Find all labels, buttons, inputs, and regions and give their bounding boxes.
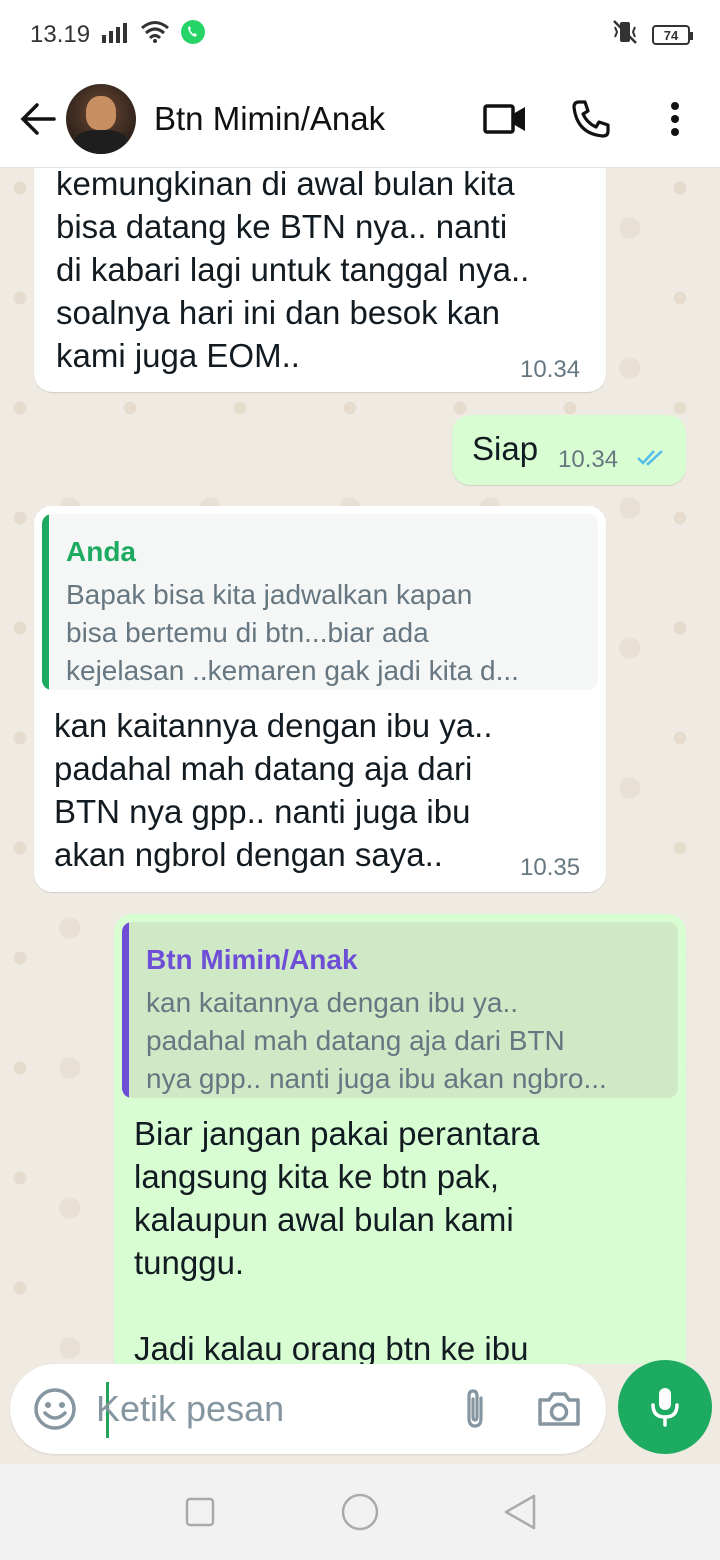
video-camera-icon xyxy=(483,103,525,134)
vibrate-icon xyxy=(610,19,640,52)
more-options-button[interactable] xyxy=(640,84,710,154)
quoted-message[interactable]: Anda Bapak bisa kita jadwalkan kapan bis… xyxy=(42,514,598,690)
wifi-icon xyxy=(140,20,170,51)
attach-button[interactable] xyxy=(450,1384,500,1434)
message-text: Siap xyxy=(472,430,539,467)
back-nav-button[interactable] xyxy=(490,1482,550,1542)
arrow-left-icon xyxy=(20,102,56,135)
square-icon xyxy=(185,1497,215,1527)
system-navigation-bar xyxy=(0,1464,720,1560)
triangle-back-icon xyxy=(504,1494,536,1530)
emoji-button[interactable] xyxy=(30,1384,80,1434)
battery-icon: 74 xyxy=(652,25,693,45)
message-time: 10.35 xyxy=(520,854,581,881)
message-bubble-incoming[interactable]: Anda Bapak bisa kita jadwalkan kapan bis… xyxy=(34,506,606,892)
message-text: Biar jangan pakai perantara langsung kit… xyxy=(134,1115,540,1364)
message-time: 10.34 xyxy=(558,446,619,473)
microphone-icon xyxy=(651,1388,679,1427)
message-input[interactable] xyxy=(96,1374,436,1444)
message-time: 10.34 xyxy=(520,356,581,383)
double-check-read-icon xyxy=(637,450,663,466)
signal-icon xyxy=(100,21,130,50)
whatsapp-icon xyxy=(180,19,206,52)
message-text: kemungkinan di awal bulan kita bisa data… xyxy=(56,168,530,374)
contact-name[interactable]: Btn Mimin/Anak xyxy=(154,100,470,138)
home-button[interactable] xyxy=(330,1482,390,1542)
status-time: 13.19 xyxy=(30,21,91,48)
voice-message-button[interactable] xyxy=(618,1360,712,1454)
message-input-container xyxy=(10,1364,606,1454)
paperclip-icon xyxy=(467,1389,483,1428)
smiley-icon xyxy=(34,1388,76,1430)
back-button[interactable] xyxy=(10,89,66,149)
camera-button[interactable] xyxy=(534,1384,584,1434)
avatar[interactable] xyxy=(66,83,136,154)
message-bubble-incoming[interactable]: kemungkinan di awal bulan kita bisa data… xyxy=(34,168,606,392)
video-call-button[interactable] xyxy=(470,84,540,154)
quote-author: Btn Mimin/Anak xyxy=(146,944,358,975)
composer xyxy=(0,1360,720,1464)
phone-icon xyxy=(572,99,610,138)
status-bar: 13.19 74 xyxy=(0,0,720,70)
more-vertical-icon xyxy=(671,101,679,136)
chat-area[interactable]: kemungkinan di awal bulan kita bisa data… xyxy=(0,168,720,1364)
message-bubble-outgoing[interactable]: Btn Mimin/Anak kan kaitannya dengan ibu … xyxy=(114,914,686,1364)
message-bubble-outgoing[interactable]: Siap 10.34 xyxy=(452,415,686,485)
message-text: kan kaitannya dengan ibu ya.. padahal ma… xyxy=(54,707,493,873)
quoted-message[interactable]: Btn Mimin/Anak kan kaitannya dengan ibu … xyxy=(122,922,678,1098)
camera-icon xyxy=(538,1392,580,1426)
voice-call-button[interactable] xyxy=(556,84,626,154)
recent-apps-button[interactable] xyxy=(170,1482,230,1542)
chat-header: Btn Mimin/Anak xyxy=(0,70,720,168)
battery-level: 74 xyxy=(663,27,679,43)
quote-text: Bapak bisa kita jadwalkan kapan bisa ber… xyxy=(66,579,519,686)
quote-author: Anda xyxy=(66,536,136,567)
circle-icon xyxy=(341,1493,379,1531)
quote-text: kan kaitannya dengan ibu ya.. padahal ma… xyxy=(146,987,607,1094)
